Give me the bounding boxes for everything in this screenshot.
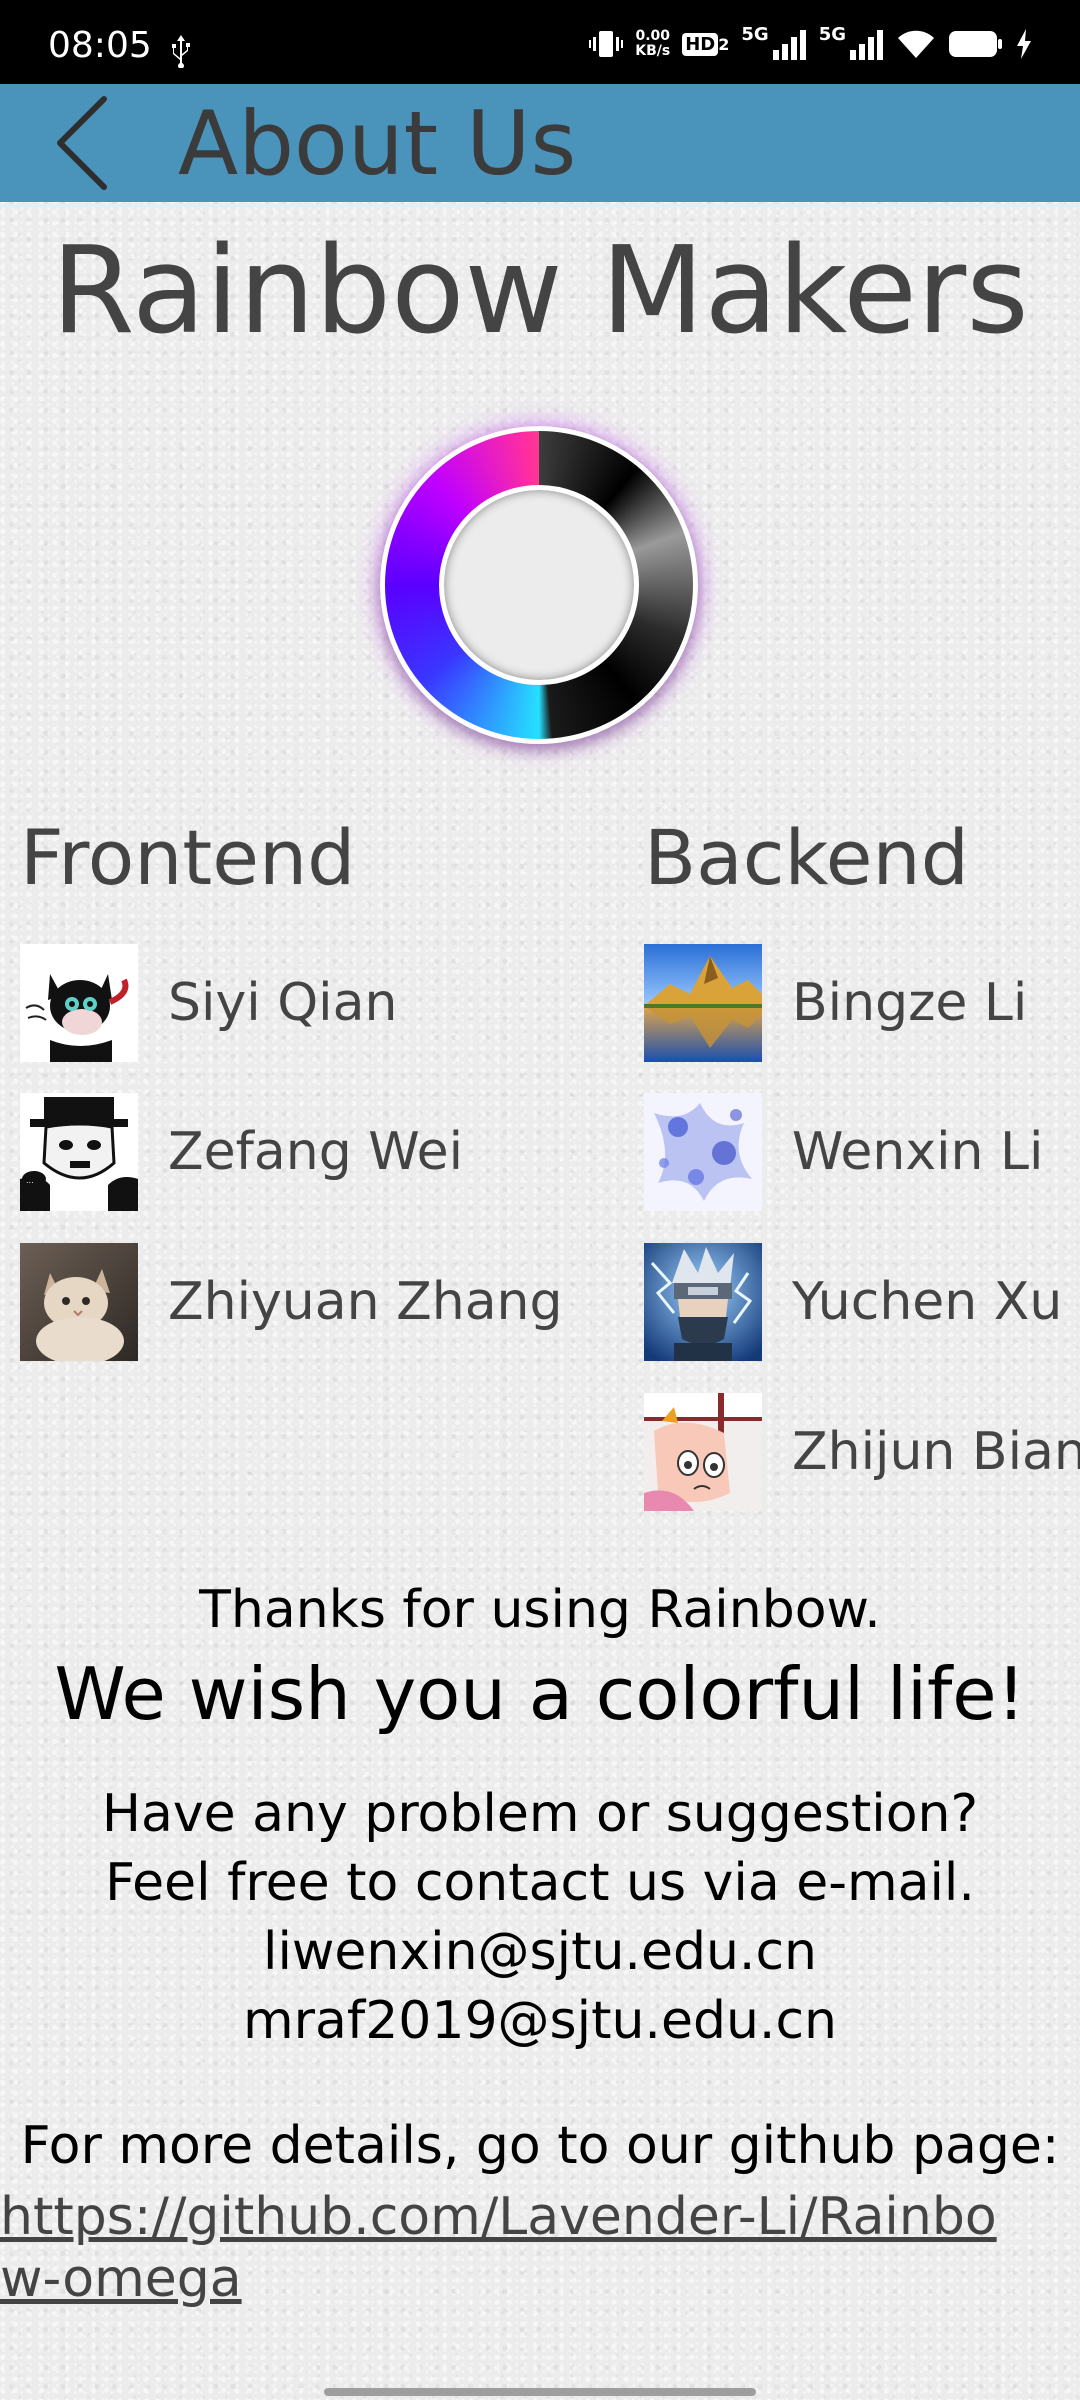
rainbow-ring-logo bbox=[380, 426, 698, 744]
usb-icon bbox=[172, 35, 190, 68]
wish-text: We wish you a colorful life! bbox=[54, 1652, 1026, 1736]
app-bar: About Us bbox=[0, 84, 1080, 202]
member-yuchen-xu: Yuchen Xu bbox=[644, 1243, 1062, 1361]
member-zefang-wei: ... Zefang Wei bbox=[20, 1093, 463, 1211]
home-indicator[interactable] bbox=[324, 2388, 756, 2396]
github-link[interactable]: https://github.com/Lavender-Li/Rainbow-o… bbox=[0, 2186, 1010, 2310]
mountain-lake-avatar bbox=[644, 944, 762, 1062]
member-name: Siyi Qian bbox=[168, 973, 398, 1033]
net-speed-value: 0.00 bbox=[635, 28, 670, 44]
hd-sub: 2 bbox=[718, 34, 730, 54]
battery-icon bbox=[949, 31, 1002, 57]
member-name: Zhiyuan Zhang bbox=[168, 1272, 563, 1332]
chaplin-avatar: ... bbox=[20, 1093, 138, 1211]
anime-ninja-avatar bbox=[644, 1243, 762, 1361]
frontend-heading: Frontend bbox=[20, 813, 356, 902]
contact-invite: Feel free to contact us via e-mail. bbox=[105, 1853, 975, 1913]
cartoon-girl-avatar bbox=[644, 1393, 762, 1511]
contact-question: Have any problem or suggestion? bbox=[101, 1784, 979, 1844]
page-title: About Us bbox=[178, 92, 577, 195]
svg-text:...: ... bbox=[26, 1176, 34, 1185]
status-time: 08:05 bbox=[48, 25, 152, 66]
member-name: Zefang Wei bbox=[168, 1122, 464, 1182]
thanks-text: Thanks for using Rainbow. bbox=[199, 1580, 881, 1640]
backend-heading: Backend bbox=[644, 813, 969, 902]
charging-icon bbox=[1017, 29, 1031, 59]
member-zhijun-bian: Zhijun Bian bbox=[644, 1393, 1080, 1511]
net-speed-unit: KB/s bbox=[635, 43, 671, 59]
hd-label: HD bbox=[682, 32, 719, 56]
hd-badge: HD 2 bbox=[682, 32, 730, 56]
signal-icon bbox=[850, 30, 883, 60]
status-icons: 0.00 KB/s HD 2 5G 5G bbox=[589, 24, 1032, 64]
member-name: Yuchen Xu bbox=[792, 1272, 1063, 1332]
member-wenxin-li: Wenxin Li bbox=[644, 1093, 1043, 1211]
github-intro-text: For more details, go to our github page: bbox=[20, 2116, 1060, 2176]
status-bar: 08:05 0.00 KB/s HD 2 5G 5G bbox=[0, 0, 1080, 84]
signal-1-label: 5G bbox=[741, 24, 769, 45]
member-name: Wenxin Li bbox=[792, 1122, 1044, 1182]
blue-ink-flower-avatar bbox=[644, 1093, 762, 1211]
email-link[interactable]: mraf2019@sjtu.edu.cn bbox=[0, 1991, 1080, 2051]
net-speed-indicator: 0.00 KB/s bbox=[635, 29, 670, 59]
vibrate-icon bbox=[589, 31, 624, 57]
chevron-left-icon bbox=[57, 96, 107, 190]
kitten-photo-avatar bbox=[20, 1243, 138, 1361]
member-siyi-qian: Siyi Qian bbox=[20, 944, 397, 1062]
back-button[interactable] bbox=[40, 94, 120, 192]
cat-cartoon-avatar bbox=[20, 944, 138, 1062]
member-name: Bingze Li bbox=[792, 973, 1028, 1033]
team-name: Rainbow Makers bbox=[51, 222, 1029, 361]
wifi-icon bbox=[898, 30, 934, 58]
email-link[interactable]: liwenxin@sjtu.edu.cn bbox=[0, 1922, 1080, 1982]
signal-2-label: 5G bbox=[818, 24, 846, 45]
member-bingze-li: Bingze Li bbox=[644, 944, 1027, 1062]
signal-icon bbox=[772, 30, 806, 60]
logo-ring-center bbox=[439, 485, 639, 685]
member-zhiyuan-zhang: Zhiyuan Zhang bbox=[20, 1243, 563, 1361]
member-name: Zhijun Bian bbox=[792, 1422, 1080, 1482]
